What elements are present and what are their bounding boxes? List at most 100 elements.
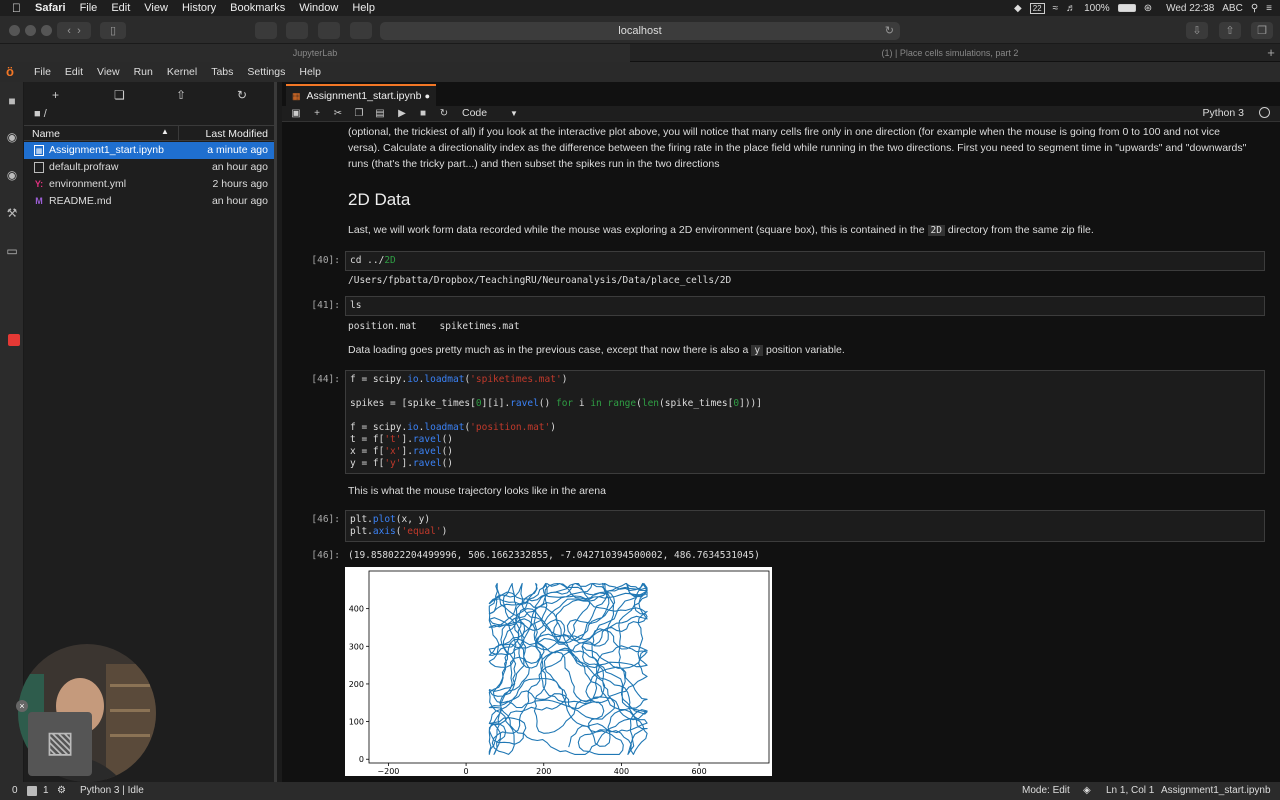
file-row-assignment[interactable]: ▦ Assignment1_start.ipynb a minute ago: [24, 142, 274, 159]
kernel-name[interactable]: Python 3: [1203, 107, 1244, 119]
file-row-readme[interactable]: M README.md an hour ago: [24, 193, 274, 210]
extension-button-3[interactable]: [318, 22, 340, 39]
kernel-status[interactable]: Python 3 | Idle: [80, 782, 144, 800]
search-icon[interactable]: ⚲: [1251, 3, 1258, 14]
close-window-button[interactable]: [9, 25, 20, 36]
menu-history[interactable]: History: [182, 2, 216, 14]
control-center-icon[interactable]: ≡: [1266, 3, 1272, 14]
tabs-panel-icon[interactable]: ▭: [5, 244, 19, 258]
sort-asc-icon[interactable]: ▲: [161, 127, 169, 136]
running-icon[interactable]: ◉: [5, 130, 19, 144]
refresh-icon[interactable]: ↻: [237, 88, 247, 102]
menu-bookmarks[interactable]: Bookmarks: [230, 2, 285, 14]
battery-percent[interactable]: 100%: [1084, 3, 1110, 14]
menu-file[interactable]: File: [80, 2, 98, 14]
input-source[interactable]: ABC: [1222, 3, 1243, 14]
share-button[interactable]: ⇧: [1219, 22, 1241, 39]
menu-window[interactable]: Window: [299, 2, 338, 14]
copy-icon[interactable]: ❐: [353, 107, 365, 120]
wrench-icon[interactable]: ⚒: [5, 206, 19, 220]
markdown-paragraph-intro[interactable]: (optional, the trickiest of all) if you …: [348, 124, 1248, 172]
terminal-icon: [27, 786, 37, 796]
status-kernels-count[interactable]: 1: [43, 782, 49, 800]
column-modified-header[interactable]: Last Modified: [206, 128, 268, 140]
notebook-tab[interactable]: ▦ Assignment1_start.ipynb ●: [286, 84, 436, 106]
minimize-window-button[interactable]: [25, 25, 36, 36]
new-launcher-button[interactable]: +: [52, 88, 59, 102]
palette-icon[interactable]: ◉: [5, 168, 19, 182]
markdown-trajectory[interactable]: This is what the mouse trajectory looks …: [348, 483, 606, 499]
code-cell-46[interactable]: plt.plot(x, y) plt.axis('equal'): [345, 510, 1265, 542]
left-activity-bar: ■ ◉ ◉ ⚒ ▭: [0, 82, 24, 782]
extension-button-2[interactable]: [286, 22, 308, 39]
file-row-environment[interactable]: Y: environment.yml 2 hours ago: [24, 176, 274, 193]
cut-icon[interactable]: ✂: [332, 107, 344, 120]
safari-tab-place-cells[interactable]: (1) | Place cells simulations, part 2: [630, 44, 1270, 62]
paste-icon[interactable]: ▤: [374, 107, 386, 120]
new-tab-button[interactable]: +: [1262, 44, 1280, 62]
upload-icon[interactable]: ⇧: [176, 88, 186, 102]
text: directory from the same zip file.: [947, 224, 1094, 236]
jmenu-view[interactable]: View: [97, 66, 120, 78]
menu-view[interactable]: View: [144, 2, 168, 14]
settings-gear-icon[interactable]: ⚙: [57, 782, 66, 800]
jmenu-file[interactable]: File: [34, 66, 51, 78]
bluetooth-icon[interactable]: ⊛: [1144, 3, 1152, 14]
plot-frame: [368, 570, 770, 764]
code-cell-41[interactable]: ls: [345, 296, 1265, 316]
cursor-position[interactable]: Ln 1, Col 1: [1106, 782, 1154, 800]
jmenu-tabs[interactable]: Tabs: [211, 66, 233, 78]
back-icon[interactable]: ‹: [67, 25, 71, 37]
jmenu-kernel[interactable]: Kernel: [167, 66, 197, 78]
markdown-loading[interactable]: Data loading goes pretty much as in the …: [348, 342, 845, 359]
sidebar-icon: ▯: [109, 25, 117, 37]
markdown-2d-intro[interactable]: Last, we will work form data recorded wh…: [348, 222, 1094, 239]
jmenu-help[interactable]: Help: [299, 66, 321, 78]
dropbox-icon[interactable]: ◆: [1014, 3, 1022, 14]
adblock-button[interactable]: [350, 22, 372, 39]
address-bar[interactable]: localhost ↻: [380, 22, 900, 40]
extension-button-1[interactable]: [255, 22, 277, 39]
unsaved-dot-icon[interactable]: ●: [425, 86, 430, 106]
menu-edit[interactable]: Edit: [111, 2, 130, 14]
jmenu-run[interactable]: Run: [134, 66, 153, 78]
downloads-button[interactable]: ⇩: [1186, 22, 1208, 39]
menu-app-name[interactable]: Safari: [35, 2, 66, 14]
wifi-icon[interactable]: ≈: [1053, 3, 1059, 14]
intro-line: versa). Calculate a directionality index…: [348, 142, 1247, 154]
jmenu-settings[interactable]: Settings: [247, 66, 285, 78]
new-folder-icon[interactable]: ❏: [114, 88, 125, 102]
code-text: cd ../: [350, 255, 385, 266]
save-icon[interactable]: ▣: [290, 107, 302, 120]
run-icon[interactable]: ▶: [396, 107, 408, 120]
menu-help[interactable]: Help: [352, 2, 375, 14]
cell-type-select[interactable]: Code ▼: [462, 107, 522, 119]
status-terminals-count[interactable]: 0: [12, 782, 18, 800]
stop-icon[interactable]: ■: [417, 107, 429, 120]
close-icon[interactable]: ×: [16, 700, 28, 712]
volume-icon[interactable]: ♬: [1066, 3, 1076, 14]
forward-icon[interactable]: ›: [77, 25, 81, 37]
code-cell-40[interactable]: cd ../2D: [345, 251, 1265, 271]
column-name-header[interactable]: Name: [32, 128, 60, 140]
trajectory-plot: −200 0 200 400 600 0 100 200 300 400: [345, 567, 772, 776]
folder-icon[interactable]: ■: [5, 94, 19, 108]
sidebar-toggle-button[interactable]: ▯: [100, 22, 126, 39]
reload-icon[interactable]: ↻: [885, 22, 894, 40]
code-cell-44[interactable]: f = scipy.io.loadmat('spiketimes.mat') s…: [345, 370, 1265, 474]
calendar-icon[interactable]: 22: [1029, 2, 1045, 14]
safari-tab-jupyterlab[interactable]: JupyterLab: [0, 44, 630, 62]
menubar-clock[interactable]: Wed 22:38: [1166, 3, 1214, 14]
shield-icon[interactable]: ◈: [1083, 782, 1091, 800]
file-row-profraw[interactable]: default.profraw an hour ago: [24, 159, 274, 176]
jmenu-edit[interactable]: Edit: [65, 66, 83, 78]
tab-overview-button[interactable]: ❐: [1251, 22, 1273, 39]
heading-2d-data[interactable]: 2D Data: [348, 190, 410, 210]
breadcrumb[interactable]: ■ /: [34, 108, 47, 120]
battery-icon[interactable]: [1117, 4, 1136, 12]
zoom-window-button[interactable]: [41, 25, 52, 36]
back-forward-buttons[interactable]: ‹ ›: [57, 22, 91, 39]
apple-icon[interactable]: : [12, 1, 21, 15]
insert-cell-icon[interactable]: +: [311, 107, 323, 120]
restart-icon[interactable]: ↻: [438, 107, 450, 120]
